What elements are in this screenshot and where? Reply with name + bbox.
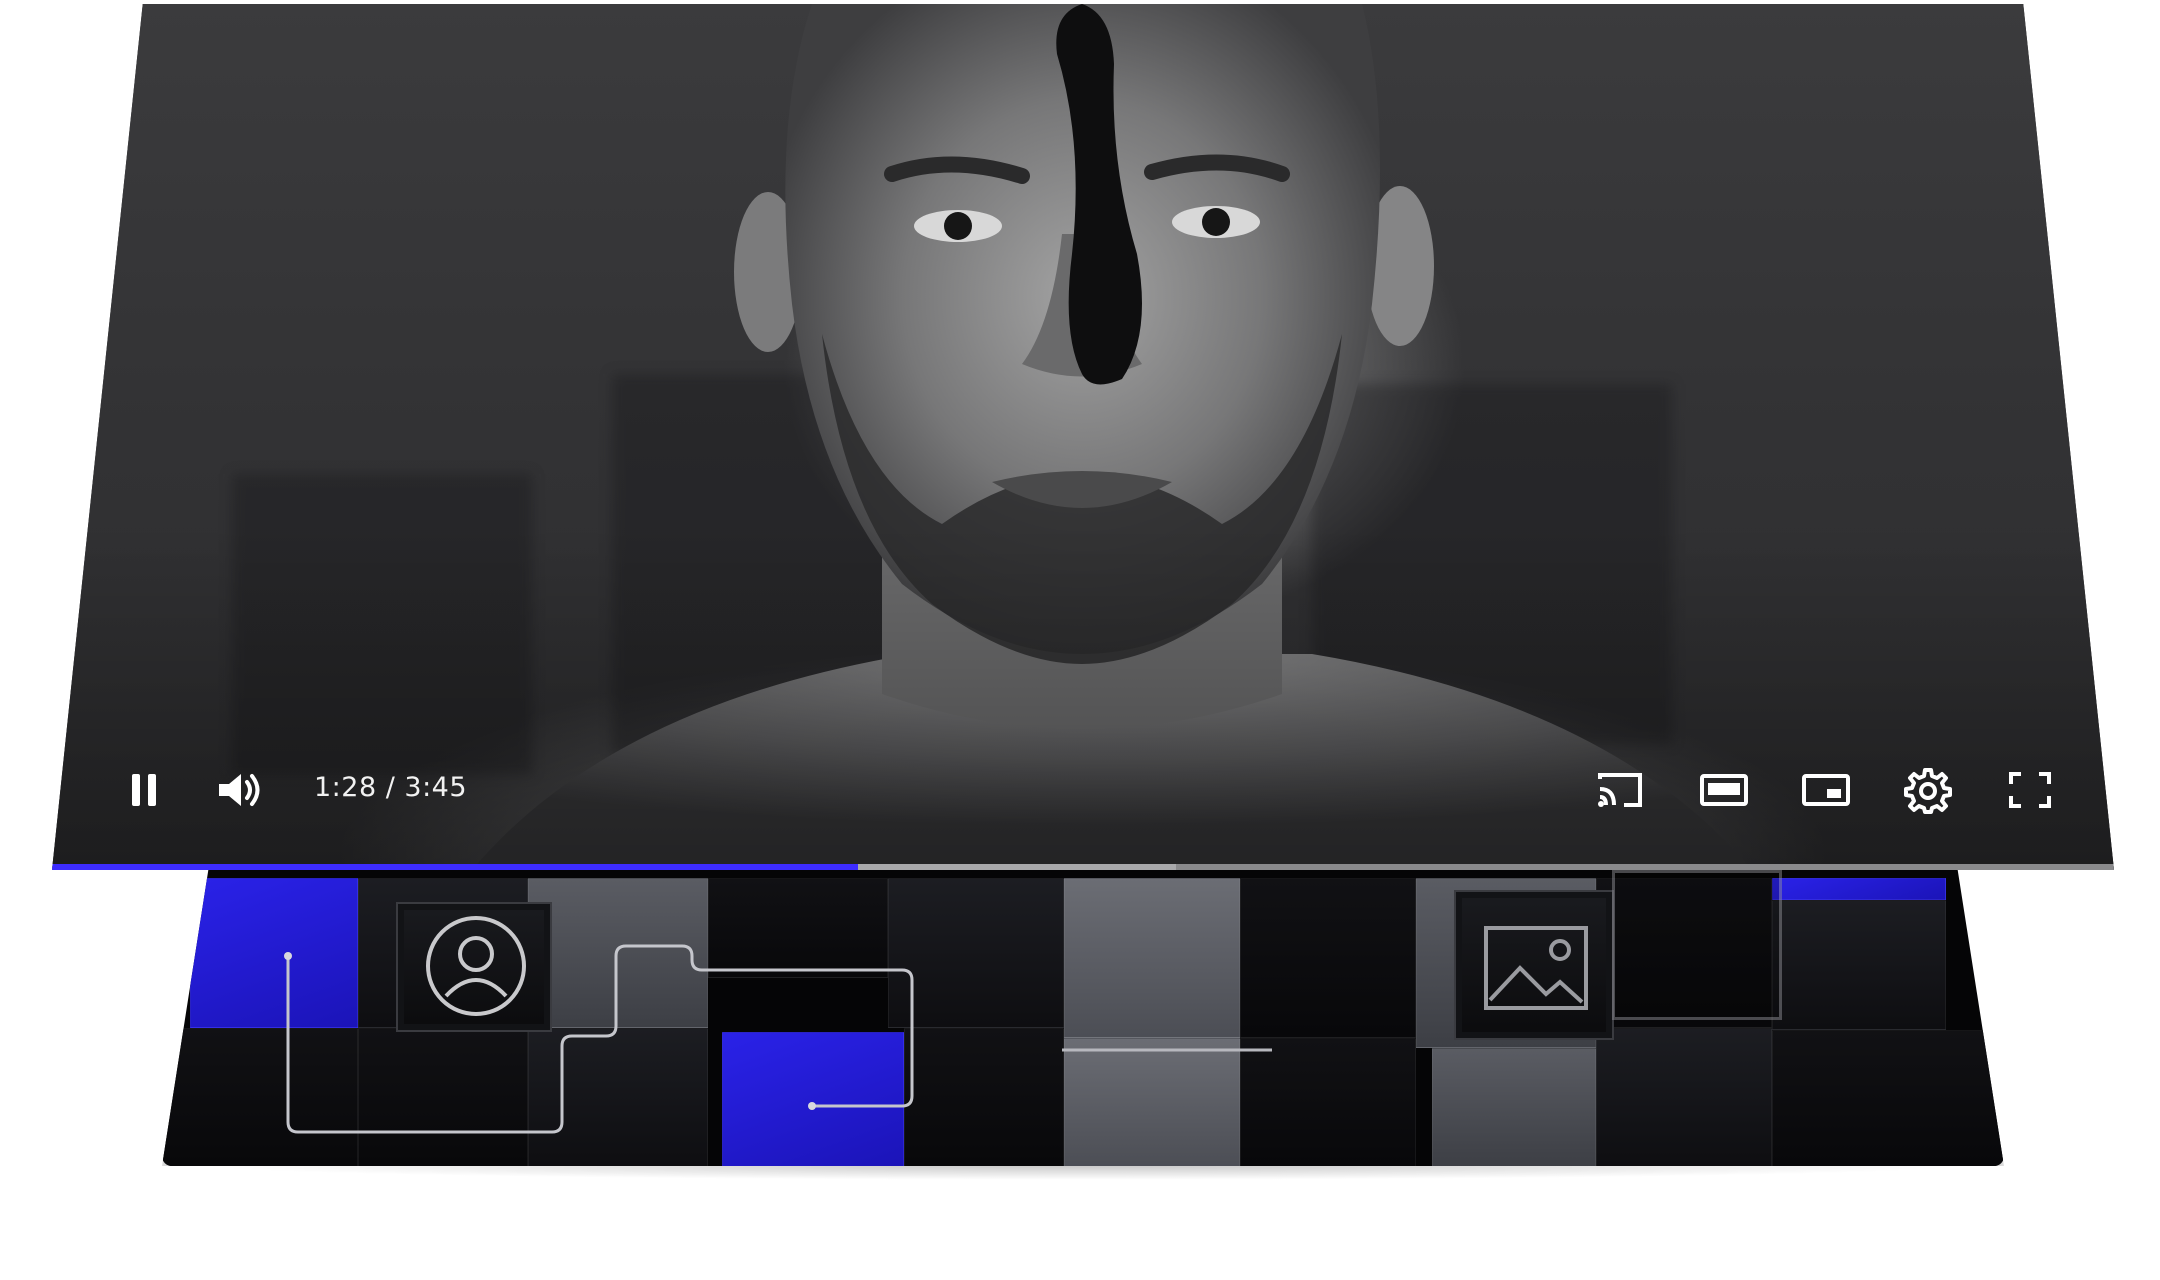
cast-icon [1598, 773, 1642, 807]
cast-button[interactable] [1590, 760, 1650, 820]
progress-played [52, 864, 859, 870]
duration: 3:45 [404, 772, 468, 803]
theater-mode-icon [1700, 774, 1748, 806]
miniplayer-icon [1802, 774, 1850, 806]
gear-icon [1904, 768, 1952, 814]
theater-mode-button[interactable] [1694, 760, 1754, 820]
time-separator: / [376, 772, 405, 803]
progress-bar[interactable] [52, 864, 2114, 870]
player-controls: 1:28 / 3:45 [52, 4, 2114, 870]
fullscreen-icon [2009, 772, 2051, 808]
progress-buffered [858, 864, 1176, 870]
pause-icon [132, 774, 156, 806]
pause-button[interactable] [116, 762, 172, 818]
time-display: 1:28 / 3:45 [314, 768, 467, 808]
current-time: 1:28 [314, 772, 377, 803]
fullscreen-button[interactable] [2000, 760, 2060, 820]
volume-button[interactable] [210, 760, 270, 820]
settings-button[interactable] [1898, 760, 1958, 820]
circuit-wires [284, 944, 1272, 1134]
tile-board [162, 860, 2004, 1166]
miniplayer-button[interactable] [1796, 760, 1856, 820]
hero-illustration: 1:28 / 3:45 [0, 0, 2160, 1280]
volume-icon [219, 774, 260, 806]
video-player[interactable]: 1:28 / 3:45 [52, 4, 2114, 870]
